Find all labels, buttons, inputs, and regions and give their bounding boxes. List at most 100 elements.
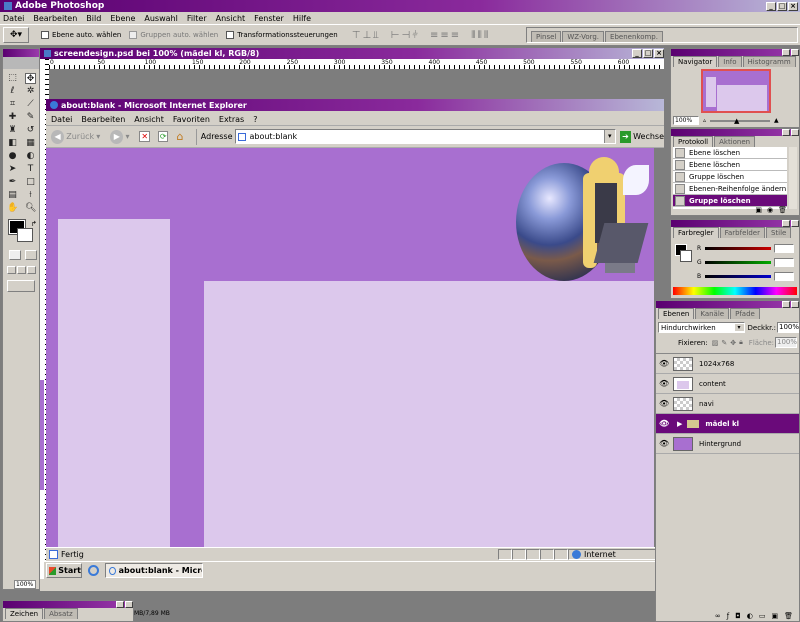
b-value-field[interactable] xyxy=(774,272,794,281)
menu-auswahl[interactable]: Auswahl xyxy=(144,14,177,24)
eye-icon[interactable]: 👁︎ xyxy=(659,399,669,408)
screen-mode-full-icon[interactable] xyxy=(27,266,36,274)
type-tool-icon[interactable]: T xyxy=(25,164,36,175)
delete-layer-icon[interactable]: 🗑︎ xyxy=(784,612,793,620)
tab-layers[interactable]: Ebenen xyxy=(658,308,695,319)
color-bg-swatch[interactable] xyxy=(680,250,692,262)
lock-all-icon[interactable]: 🔒︎ xyxy=(739,338,743,347)
browser-menu-ansicht[interactable]: Ansicht xyxy=(134,115,164,125)
nav-minimize-icon[interactable] xyxy=(782,49,790,56)
menu-bild[interactable]: Bild xyxy=(86,14,101,24)
link-layers-icon[interactable]: ∞ xyxy=(715,612,721,620)
layer-row[interactable]: 👁︎ 1024x768 xyxy=(656,354,799,374)
back-label[interactable]: Zurück xyxy=(66,132,94,141)
hand-tool-icon[interactable]: ✋ xyxy=(7,203,18,214)
gradient-tool-icon[interactable]: ▦ xyxy=(25,138,36,149)
minimize-icon[interactable]: _ xyxy=(766,1,776,11)
eyedropper-icon[interactable]: ⟊ xyxy=(25,190,36,201)
quicklaunch-ie-icon[interactable] xyxy=(88,565,99,576)
eye-icon[interactable]: 👁︎ xyxy=(659,359,669,368)
distribute-icon[interactable]: ≡≡≡ xyxy=(430,30,461,41)
move-tool-icon[interactable]: ✥ xyxy=(25,73,36,84)
doc-maximize-icon[interactable]: □ xyxy=(643,49,653,58)
browser-menu-datei[interactable]: Datei xyxy=(51,115,72,125)
tab-character[interactable]: Zeichen xyxy=(5,608,44,619)
tab-info[interactable]: Info xyxy=(718,56,742,67)
tab-styles[interactable]: Stile xyxy=(765,227,792,238)
taskbar-task-browser[interactable]: about:blank - Microso... xyxy=(105,563,203,578)
history-snapshot-icon[interactable]: ◉ xyxy=(767,206,773,214)
layer-row[interactable]: 👁︎ content xyxy=(656,374,799,394)
tab-history[interactable]: Protokoll xyxy=(673,136,714,147)
eye-icon[interactable]: 👁︎ xyxy=(659,379,669,388)
brush-tool-icon[interactable]: ✎ xyxy=(25,112,36,123)
magic-wand-icon[interactable]: ✲ xyxy=(25,86,36,97)
history-new-doc-icon[interactable]: ▣ xyxy=(755,206,762,214)
menu-datei[interactable]: Datei xyxy=(3,14,24,24)
browser-menu-extras[interactable]: Extras xyxy=(219,115,244,125)
char-panel-minimize-icon[interactable] xyxy=(116,601,124,608)
path-select-icon[interactable]: ➤ xyxy=(7,164,18,175)
tab-actions[interactable]: Aktionen xyxy=(714,136,756,147)
healing-brush-icon[interactable]: ✚ xyxy=(7,112,18,123)
screen-mode-menubar-icon[interactable] xyxy=(17,266,26,274)
nav-close-icon[interactable] xyxy=(791,49,799,56)
navigator-zoom-field[interactable]: 100% xyxy=(673,116,699,125)
tab-histogram[interactable]: Histogramm xyxy=(742,56,796,67)
align-left-icon[interactable]: ⊢⊣⫩ xyxy=(391,30,420,41)
refresh-icon[interactable]: ⟳ xyxy=(157,131,169,142)
history-item[interactable]: Ebenen-Reihenfolge ändern xyxy=(673,183,787,195)
address-input[interactable]: about:blank xyxy=(249,132,297,141)
blur-tool-icon[interactable]: ● xyxy=(7,151,18,162)
new-layer-icon[interactable]: ▣ xyxy=(771,612,778,620)
well-tab-brushes[interactable]: Pinsel xyxy=(531,31,562,42)
browser-menu-favoriten[interactable]: Favoriten xyxy=(173,115,210,125)
eye-icon[interactable]: 👁︎ xyxy=(659,439,669,448)
start-button[interactable]: Start xyxy=(46,563,82,578)
tab-color[interactable]: Farbregler xyxy=(673,227,719,238)
layers-close-icon[interactable] xyxy=(791,301,799,308)
screen-mode-standard-icon[interactable] xyxy=(7,266,16,274)
tab-paragraph[interactable]: Absatz xyxy=(44,608,78,619)
transform-controls-checkbox[interactable] xyxy=(226,31,235,39)
well-tab-tool-presets[interactable]: WZ-Vorg. xyxy=(562,31,605,42)
menu-bearbeiten[interactable]: Bearbeiten xyxy=(33,14,77,24)
color-minimize-icon[interactable] xyxy=(782,220,790,227)
history-scrollbar[interactable] xyxy=(789,147,797,209)
well-tab-layer-comps[interactable]: Ebenenkomp. xyxy=(605,31,663,42)
crop-tool-icon[interactable]: ⌗ xyxy=(7,99,18,110)
lasso-tool-icon[interactable]: ℓ xyxy=(7,86,18,97)
auto-select-checkbox[interactable] xyxy=(41,31,49,39)
forward-arrow-icon[interactable]: ▶ xyxy=(110,129,124,144)
history-item[interactable]: Ebene löschen xyxy=(673,147,787,159)
notes-tool-icon[interactable]: ▤ xyxy=(7,190,18,201)
stamp-tool-icon[interactable]: ♜ xyxy=(7,125,18,136)
eye-icon[interactable]: 👁︎ xyxy=(659,419,669,428)
menu-ansicht[interactable]: Ansicht xyxy=(216,14,246,24)
menu-hilfe[interactable]: Hilfe xyxy=(293,14,311,24)
stop-icon[interactable]: ✕ xyxy=(139,131,150,142)
doc-minimize-icon[interactable]: _ xyxy=(632,49,642,58)
slider-handle-icon[interactable]: ▲ xyxy=(734,117,739,125)
marquee-tool-icon[interactable]: ⬚ xyxy=(7,73,18,84)
lock-pixels-icon[interactable]: ✎ xyxy=(721,339,727,347)
zoom-in-icon[interactable]: ▲ xyxy=(774,117,779,124)
browser-menu-help[interactable]: ? xyxy=(253,115,257,125)
tab-navigator[interactable]: Navigator xyxy=(673,56,718,67)
lock-transparency-icon[interactable]: ▨ xyxy=(712,339,719,347)
layer-mask-icon[interactable]: ◘ xyxy=(735,612,741,620)
history-brush-icon[interactable]: ↺ xyxy=(25,125,36,136)
maximize-icon[interactable]: □ xyxy=(777,1,787,11)
align-top-icon[interactable]: ⊤⊥⫫ xyxy=(352,30,381,41)
history-item[interactable]: Gruppe löschen xyxy=(673,171,787,183)
blend-mode-dropdown-icon[interactable]: ▾ xyxy=(734,324,744,331)
back-arrow-icon[interactable]: ◀ xyxy=(51,129,65,144)
address-bar[interactable]: about:blank ▾ xyxy=(235,129,616,144)
lock-position-icon[interactable]: ✥ xyxy=(730,339,736,347)
zoom-tool-icon[interactable]: 🔍︎ xyxy=(25,203,36,214)
close-icon[interactable]: × xyxy=(788,1,798,11)
expand-triangle-icon[interactable]: ▶ xyxy=(677,420,682,428)
history-close-icon[interactable] xyxy=(791,129,799,136)
g-value-field[interactable] xyxy=(774,258,794,267)
menu-filter[interactable]: Filter xyxy=(187,14,207,24)
